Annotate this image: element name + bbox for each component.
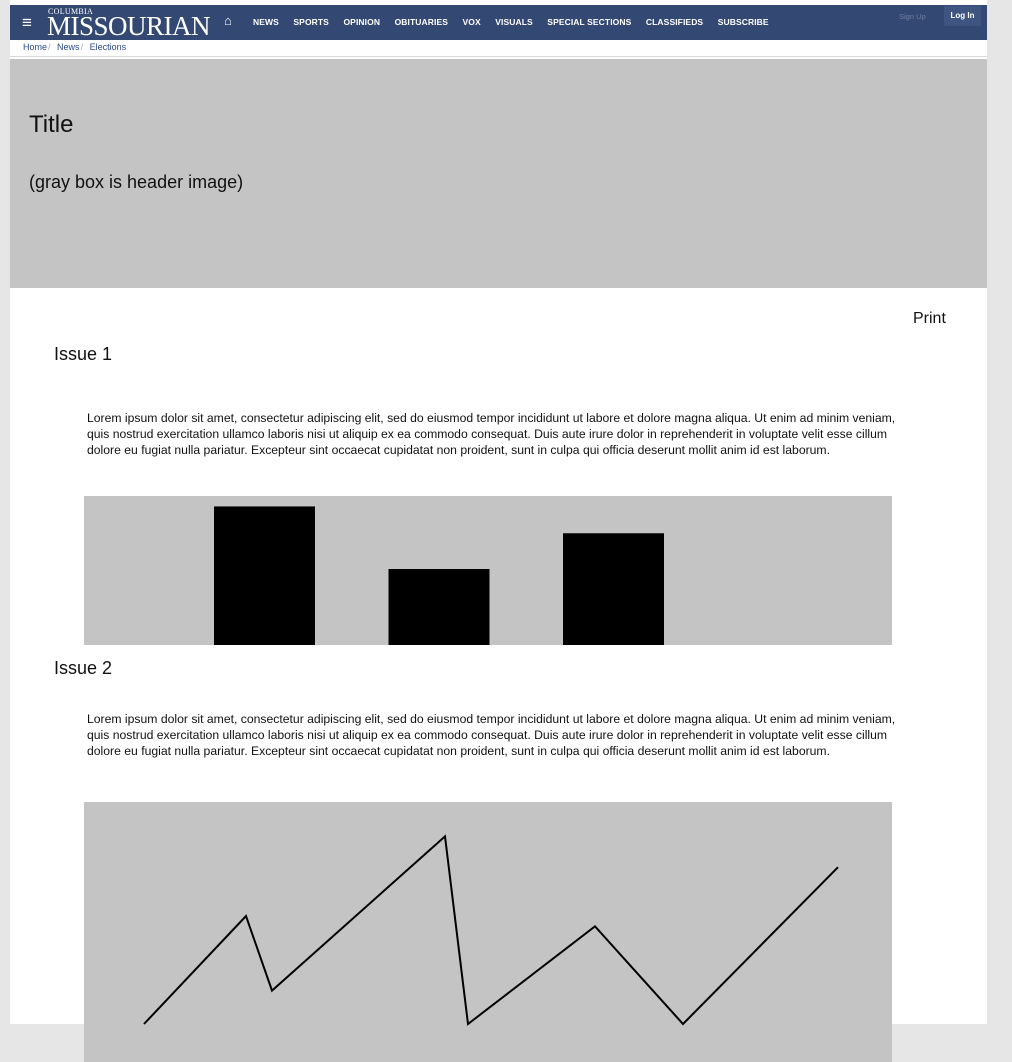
- nav-item-opinion[interactable]: OPINION: [343, 17, 380, 27]
- issue-1-heading: Issue 1: [54, 344, 113, 364]
- bar-A: [214, 506, 315, 645]
- hamburger-menu-icon[interactable]: ≡: [22, 13, 32, 33]
- sign-up-link[interactable]: Sign Up: [899, 12, 926, 21]
- nav-item-vox[interactable]: VOX: [462, 17, 480, 27]
- print-link[interactable]: Print: [913, 310, 946, 328]
- breadcrumb-elections[interactable]: Elections: [90, 42, 127, 52]
- breadcrumb: Home/ News/ Elections: [10, 40, 987, 57]
- bar-B: [388, 569, 490, 645]
- nav-menu: NEWS SPORTS OPINION OBITUARIES VOX VISUA…: [253, 17, 783, 27]
- nav-item-special-sections[interactable]: SPECIAL SECTIONS: [547, 17, 631, 27]
- issue-1-bar-chart: [84, 496, 892, 645]
- nav-item-sports[interactable]: SPORTS: [293, 17, 329, 27]
- nav-item-visuals[interactable]: VISUALS: [495, 17, 533, 27]
- breadcrumb-separator: /: [80, 42, 84, 52]
- issue-2-heading: Issue 2: [54, 658, 113, 678]
- nav-item-news[interactable]: NEWS: [253, 17, 279, 27]
- top-navbar: ≡ COLUMBIA MISSOURIAN ⌂ NEWS SPORTS OPIN…: [10, 5, 987, 41]
- home-icon[interactable]: ⌂: [224, 13, 232, 28]
- nav-item-classifieds[interactable]: CLASSIFIEDS: [646, 17, 703, 27]
- nav-item-subscribe[interactable]: SUBSCRIBE: [718, 17, 769, 27]
- issue-2-body: Lorem ipsum dolor sit amet, consectetur …: [87, 712, 896, 758]
- bar-chart-svg: [214, 506, 664, 645]
- bar-C: [563, 533, 664, 645]
- breadcrumb-news[interactable]: News: [57, 42, 80, 52]
- logo-big-text: MISSOURIAN: [47, 11, 211, 41]
- nav-item-obituaries[interactable]: OBITUARIES: [395, 17, 448, 27]
- issue-1-body: Lorem ipsum dolor sit amet, consectetur …: [87, 411, 896, 457]
- breadcrumb-home[interactable]: Home: [23, 42, 47, 52]
- issue-2-line-chart: [84, 802, 892, 1062]
- page-title: Title: [29, 111, 74, 138]
- log-in-button[interactable]: Log In: [944, 6, 981, 26]
- header-subtitle: (gray box is header image): [29, 172, 244, 192]
- header-image: Title (gray box is header image): [10, 59, 987, 288]
- page: ≡ COLUMBIA MISSOURIAN ⌂ NEWS SPORTS OPIN…: [10, 0, 987, 1062]
- line-series: [143, 834, 839, 1026]
- breadcrumb-separator: /: [48, 42, 51, 52]
- line-chart-svg: [143, 834, 839, 1026]
